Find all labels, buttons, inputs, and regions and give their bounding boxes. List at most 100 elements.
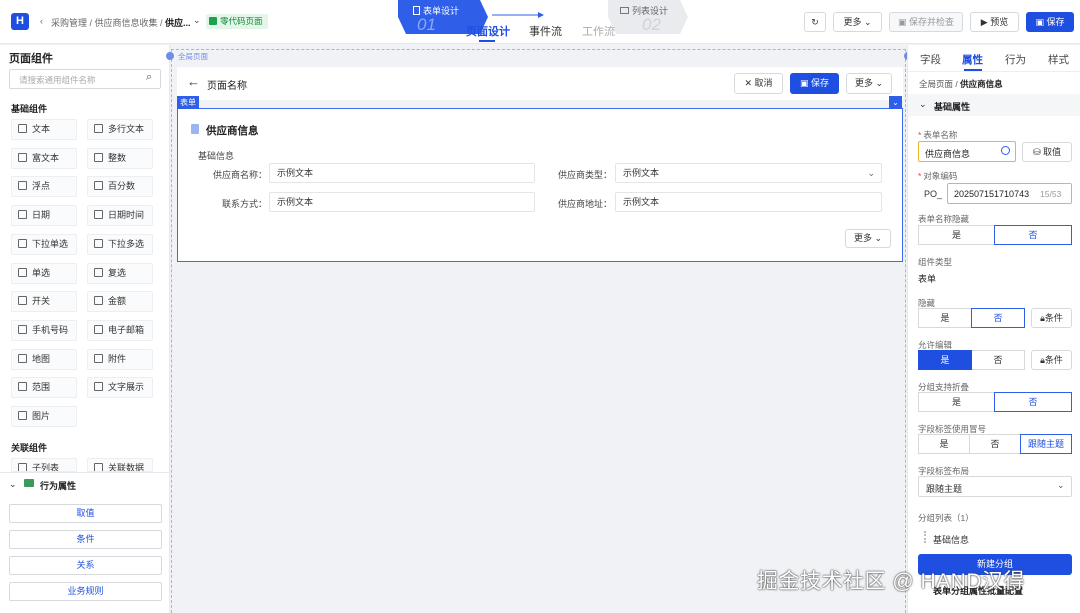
component-image[interactable]: 图片: [11, 406, 77, 427]
component-email[interactable]: 电子邮箱: [87, 319, 153, 341]
component-integer[interactable]: 整数: [87, 147, 153, 169]
behavior-condition[interactable]: 条件: [9, 530, 162, 549]
editable-yes[interactable]: 是: [918, 350, 972, 370]
hide-form-name-yes[interactable]: 是: [918, 225, 995, 245]
datetime-icon: [94, 210, 103, 220]
collapse-chevron-icon[interactable]: ⌄: [9, 479, 17, 490]
component-search-input[interactable]: 请搜索通用组件名称 ⌕: [9, 69, 161, 89]
colon-no[interactable]: 否: [969, 434, 1021, 454]
cancel-button[interactable]: ✕ 取消: [734, 73, 783, 94]
tab-properties[interactable]: 属性: [962, 52, 983, 67]
tab-page-design[interactable]: 页面设计: [466, 23, 510, 39]
get-value-button[interactable]: ⛁ 取值: [1022, 142, 1072, 162]
object-code-label: * 对象编码: [918, 171, 958, 181]
component-checkbox[interactable]: 复选: [87, 262, 153, 284]
form-more-button[interactable]: 更多 ⌄: [845, 229, 891, 248]
dropdown-chevron-icon[interactable]: ⌄: [193, 15, 201, 26]
editable-condition-button[interactable]: 🔒︎条件: [1031, 350, 1072, 370]
layout-select[interactable]: 跟随主题 ⌄: [918, 476, 1072, 497]
component-date[interactable]: 日期: [11, 205, 77, 227]
phone-icon: [18, 324, 27, 334]
more-button[interactable]: 更多 ⌄: [833, 12, 882, 32]
canvas-guide-right: [905, 49, 906, 613]
component-rich-text[interactable]: 富文本: [11, 147, 77, 169]
page-save-button[interactable]: ▣ 保存: [790, 73, 839, 94]
component-label: 日期时间: [108, 210, 145, 221]
app-logo[interactable]: H: [11, 13, 29, 30]
component-attachment[interactable]: 附件: [87, 348, 153, 370]
component-select-multi[interactable]: 下拉多选: [87, 233, 153, 255]
component-datetime[interactable]: 日期时间: [87, 205, 153, 227]
hidden-condition-button[interactable]: 🔒︎条件: [1031, 308, 1072, 328]
refresh-button[interactable]: ↻: [804, 12, 826, 32]
back-chevron-icon[interactable]: ‹: [40, 16, 43, 26]
form-name-input[interactable]: 供应商信息: [918, 141, 1016, 162]
tab-fields[interactable]: 字段: [920, 52, 941, 67]
component-text[interactable]: 文本: [11, 119, 77, 140]
tab-divider: [908, 71, 1080, 72]
field-address[interactable]: 示例文本: [615, 192, 882, 212]
component-label: 下拉单选: [32, 238, 69, 249]
hidden-no[interactable]: 否: [971, 308, 1025, 328]
component-phone[interactable]: 手机号码: [11, 319, 77, 341]
search-icon[interactable]: ⌕: [146, 71, 152, 84]
page-more-button[interactable]: 更多 ⌄: [846, 73, 892, 94]
group-item[interactable]: 基础信息: [933, 533, 969, 546]
form-block[interactable]: 表单 ⌄ 供应商信息 基础信息: [177, 96, 903, 262]
tab-work-flow[interactable]: 工作流: [582, 23, 615, 39]
form-collapse-icon[interactable]: ⌄: [889, 96, 902, 109]
field-label-address: 供应商地址：: [557, 199, 612, 209]
component-currency[interactable]: 金额: [87, 291, 153, 313]
field-supplier-name[interactable]: 示例文本: [269, 163, 535, 183]
component-radio[interactable]: 单选: [11, 262, 77, 284]
behavior-business-rule[interactable]: 业务规则: [9, 582, 162, 601]
colon-follow-theme[interactable]: 跟随主题: [1020, 434, 1072, 454]
component-label: 文字展示: [108, 382, 145, 393]
radio-icon: [18, 267, 27, 277]
hidden-yes[interactable]: 是: [918, 308, 972, 328]
related-component[interactable]: 关联数据: [87, 458, 153, 472]
collapse-left-icon[interactable]: [166, 52, 174, 60]
text-icon: [18, 124, 27, 133]
related-data-icon: [94, 463, 103, 471]
save-button[interactable]: ▣ 保存: [1026, 12, 1074, 32]
field-supplier-type[interactable]: 示例文本 ⌄: [615, 163, 882, 183]
drag-handle-icon[interactable]: [924, 531, 926, 543]
field-contact[interactable]: 示例文本: [269, 192, 535, 212]
select-single-icon: [18, 238, 27, 248]
colon-yes[interactable]: 是: [918, 434, 970, 454]
tab-event-flow[interactable]: 事件流: [529, 23, 562, 39]
component-label: 复选: [108, 267, 127, 278]
basic-props-header[interactable]: ⌄ 基础属性: [908, 94, 1080, 116]
component-multiline-text[interactable]: 多行文本: [87, 119, 153, 140]
save-check-button[interactable]: ▣ 保存并检查: [889, 12, 963, 32]
globe-icon[interactable]: [1001, 146, 1010, 155]
back-arrow-icon[interactable]: ←: [187, 74, 200, 89]
component-float[interactable]: 浮点: [11, 176, 77, 198]
related-component[interactable]: 子列表: [11, 458, 77, 472]
behavior-get-value[interactable]: 取值: [9, 504, 162, 523]
collapse-yes[interactable]: 是: [918, 392, 995, 412]
step-list-design[interactable]: 列表设计 02: [620, 4, 690, 38]
field-label-supplier-name: 供应商名称：: [212, 170, 267, 180]
component-text-display[interactable]: 文字展示: [87, 377, 153, 399]
hide-form-name-no[interactable]: 否: [994, 225, 1072, 245]
behavior-relation[interactable]: 关系: [9, 556, 162, 575]
panel-title: 页面组件: [9, 53, 53, 65]
chevron-down-icon: ⌄: [874, 233, 883, 243]
component-select-single[interactable]: 下拉单选: [11, 233, 77, 255]
component-range[interactable]: 范围: [11, 377, 77, 399]
form-doc-icon: [191, 124, 199, 134]
preview-button[interactable]: ▶ 预览: [970, 12, 1019, 32]
editable-no[interactable]: 否: [971, 350, 1025, 370]
object-code-input[interactable]: 202507151710743 15/53: [947, 183, 1072, 204]
tab-style[interactable]: 样式: [1048, 52, 1069, 67]
component-percent[interactable]: 百分数: [87, 176, 153, 198]
field-label-contact: 联系方式：: [221, 199, 267, 209]
collapse-no[interactable]: 否: [994, 392, 1072, 412]
tab-behavior[interactable]: 行为: [1005, 52, 1026, 67]
chevron-down-icon: ⌄: [867, 168, 875, 178]
component-map[interactable]: 地图: [11, 348, 77, 370]
component-switch[interactable]: 开关: [11, 291, 77, 313]
top-bar: H ‹ 采购管理 / 供应商信息收集 / 供应... ⌄ 零代码页面 表单设计 …: [0, 0, 1080, 44]
